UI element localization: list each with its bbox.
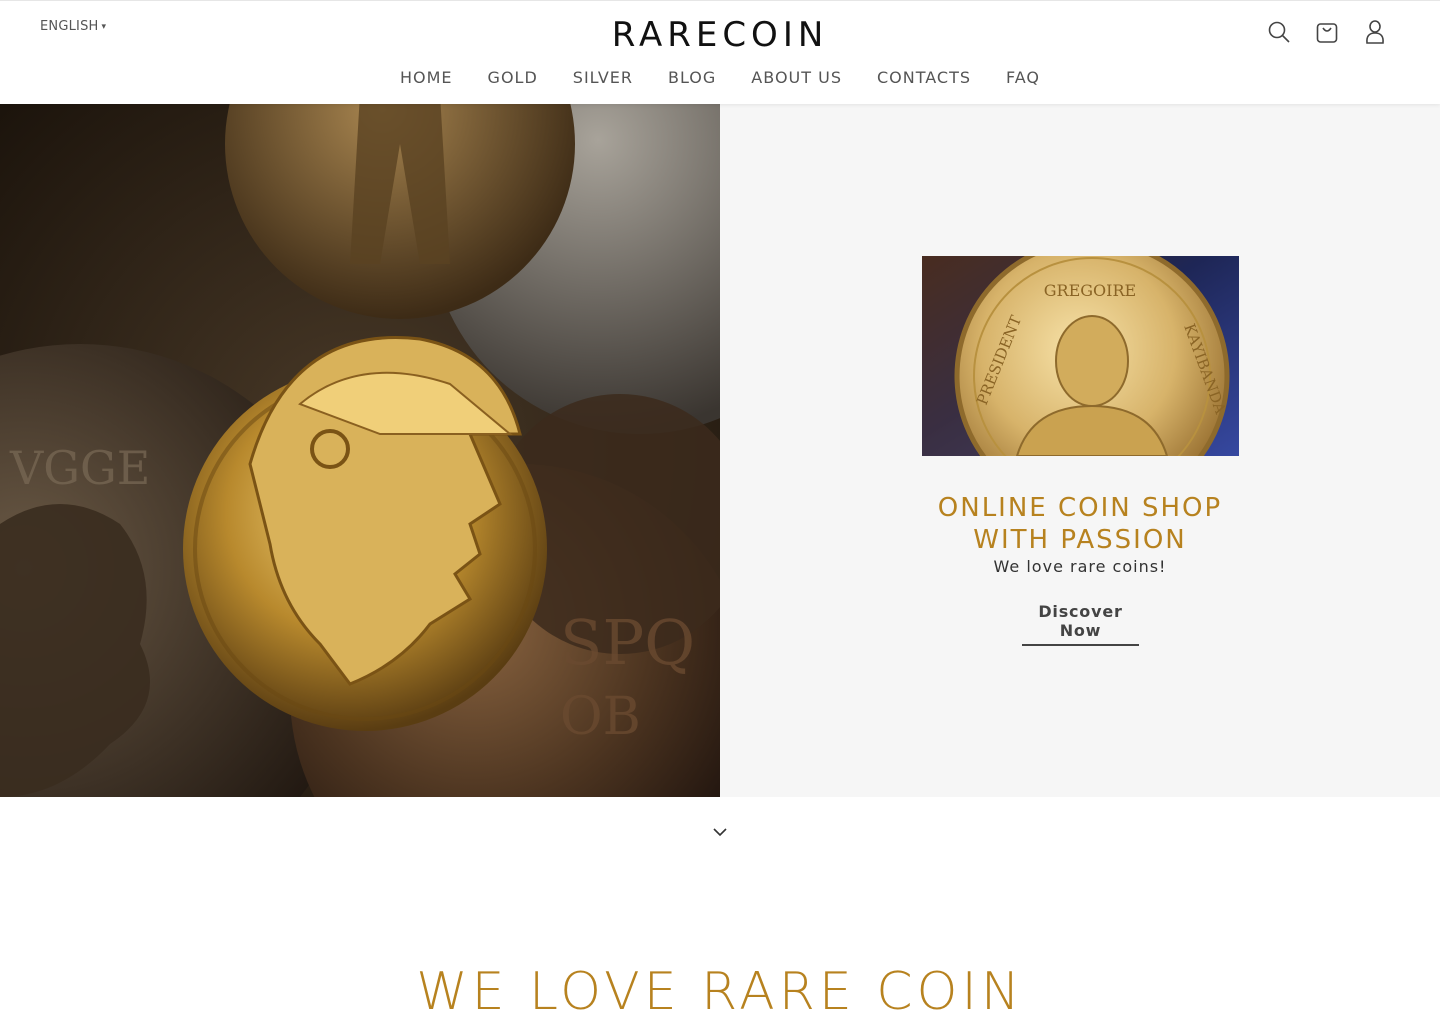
account-icon [1366,20,1384,44]
main-nav: HOME GOLD SILVER BLOG ABOUT US CONTACTS … [0,68,1440,87]
nav-item-silver[interactable]: SILVER [573,68,633,87]
coin-inscription-top: GREGOIRE [1044,281,1136,300]
language-selector[interactable]: ENGLISH ▾ [40,19,106,34]
site-header: ENGLISH ▾ RARECOIN HOME GOLD SILVER BLOG… [0,0,1440,104]
hero-section: VGGE SPQ OB GREGOIRE PRESIDENT KAYIBANDA… [0,104,1440,797]
svg-text:SPQ: SPQ [560,606,695,679]
hero-promo-panel: GREGOIRE PRESIDENT KAYIBANDA ONLINE COIN… [720,104,1440,797]
nav-item-blog[interactable]: BLOG [668,68,716,87]
account-button[interactable] [1362,18,1388,46]
nav-item-about-us[interactable]: ABOUT US [751,68,842,87]
nav-item-contacts[interactable]: CONTACTS [877,68,971,87]
promo-coin-image: GREGOIRE PRESIDENT KAYIBANDA [922,256,1239,456]
ancient-coins-illustration: VGGE SPQ OB [0,104,720,797]
svg-text:VGGE: VGGE [9,441,150,495]
search-button[interactable] [1266,18,1292,46]
scroll-down-button[interactable] [710,822,730,842]
promo-title-line2: WITH PASSION [973,525,1187,555]
nav-item-gold[interactable]: GOLD [488,68,538,87]
svg-text:OB: OB [560,687,641,747]
promo-subtitle: We love rare coins! [993,557,1167,576]
nav-item-home[interactable]: HOME [400,68,453,87]
chevron-down-icon [713,828,727,837]
language-label: ENGLISH [40,19,99,34]
promo-title-line1: ONLINE COIN SHOP [937,493,1223,523]
discover-now-link[interactable]: Discover Now [1022,602,1139,646]
site-logo[interactable]: RARECOIN [0,15,1440,55]
chevron-down-icon: ▾ [101,21,107,32]
section-title: WE LOVE RARE COIN [416,962,1024,1022]
hero-coins-image: VGGE SPQ OB [0,104,720,797]
promo-title: ONLINE COIN SHOP WITH PASSION [720,492,1440,556]
nav-item-faq[interactable]: FAQ [1006,68,1040,87]
cart-button[interactable] [1314,18,1340,46]
search-icon [1268,21,1290,43]
kayibanda-coin-illustration: GREGOIRE PRESIDENT KAYIBANDA [922,256,1239,456]
header-icons [1266,18,1388,46]
cart-icon [1316,23,1338,43]
